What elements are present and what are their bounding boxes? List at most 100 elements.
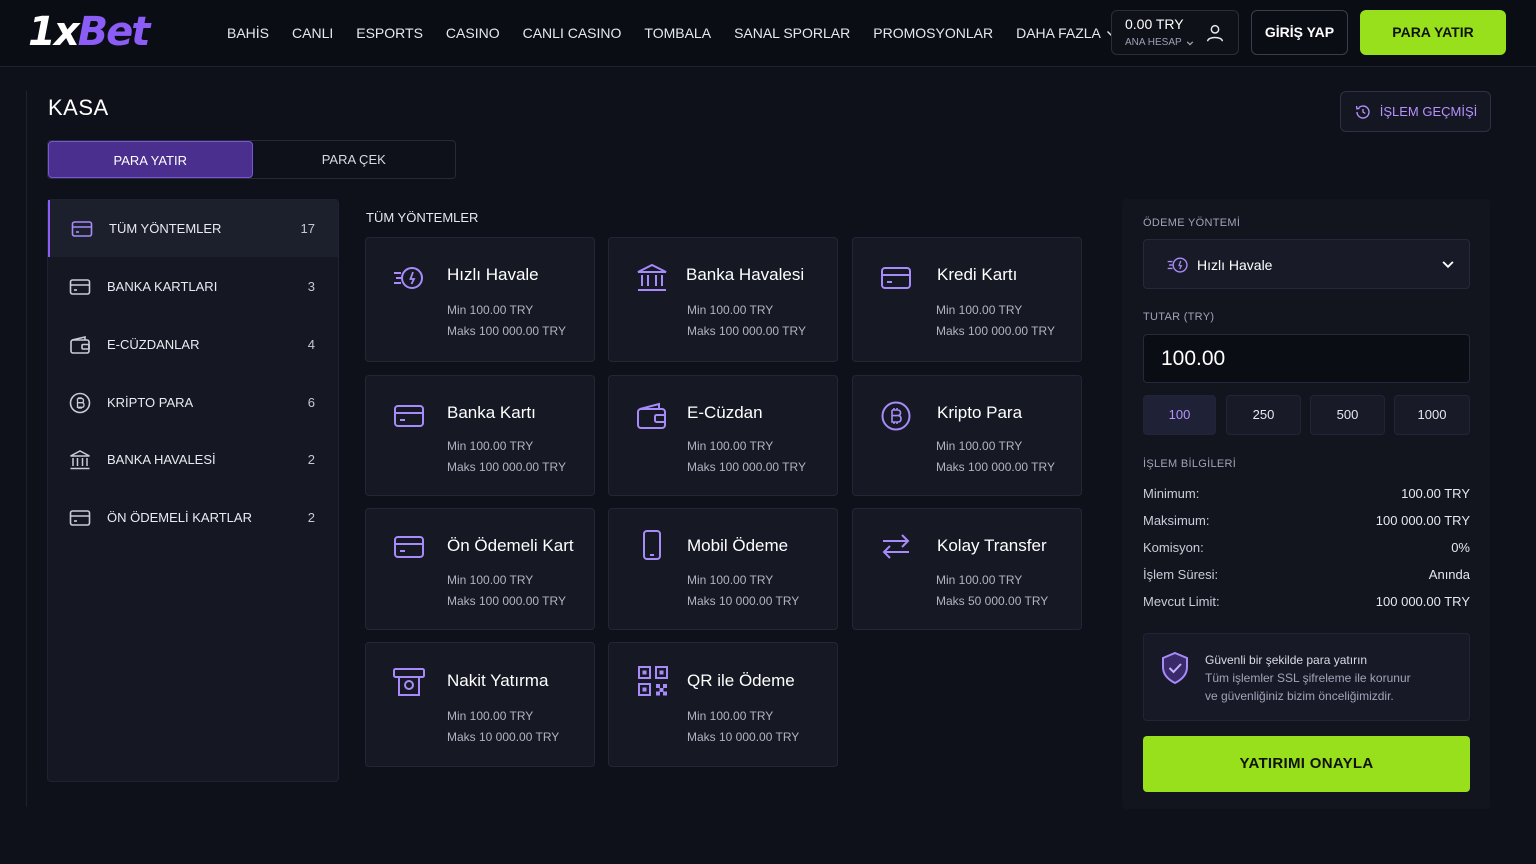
payment-method-value: Hızlı Havale — [1197, 257, 1273, 273]
method-min: Min 100.00 TRY — [687, 303, 774, 317]
left-divider — [26, 91, 27, 807]
main-nav: BAHİS CANLI ESPORTS CASINO CANLI CASINO … — [227, 22, 1139, 44]
nav-esports[interactable]: ESPORTS — [356, 22, 423, 44]
sidebar-item-crypto[interactable]: KRİPTO PARA 6 — [48, 374, 338, 431]
wallet-icon — [70, 335, 90, 354]
method-card-cash-deposit[interactable]: Nakit Yatırma Min 100.00 TRY Maks 10 000… — [365, 642, 595, 767]
method-min: Min 100.00 TRY — [936, 573, 1023, 587]
tab-withdraw[interactable]: PARA ÇEK — [253, 141, 456, 178]
info-value: Anında — [1428, 567, 1470, 582]
method-max: Maks 100 000.00 TRY — [687, 324, 806, 338]
phone-icon — [643, 530, 661, 560]
method-card-bank-transfer[interactable]: Banka Havalesi Min 100.00 TRY Maks 100 0… — [608, 237, 838, 362]
sidebar-item-count: 2 — [307, 452, 315, 467]
method-card-credit-card[interactable]: Kredi Kartı Min 100.00 TRY Maks 100 000.… — [852, 237, 1082, 362]
history-icon — [1355, 104, 1370, 119]
method-min: Min 100.00 TRY — [687, 573, 774, 587]
method-min: Min 100.00 TRY — [447, 573, 534, 587]
sidebar-item-label: BANKA HAVALESİ — [107, 452, 216, 467]
amount-chip-100[interactable]: 100 — [1143, 395, 1216, 435]
logo-text-bet: Bet — [77, 9, 151, 55]
method-name: Ön Ödemeli Kart — [447, 536, 574, 555]
nav-tombala[interactable]: TOMBALA — [644, 22, 711, 44]
sidebar-item-e-wallets[interactable]: E-CÜZDANLAR 4 — [48, 316, 338, 373]
method-card-debit-card[interactable]: Banka Kartı Min 100.00 TRY Maks 100 000.… — [365, 375, 595, 496]
sidebar-item-all-methods[interactable]: TÜM YÖNTEMLER 17 — [48, 200, 338, 257]
bitcoin-icon — [881, 401, 911, 431]
history-label: İŞLEM GEÇMİŞİ — [1379, 104, 1478, 119]
info-value: 100 000.00 TRY — [1375, 594, 1470, 609]
card-icon — [71, 221, 93, 237]
user-icon — [1206, 24, 1224, 42]
method-max: Maks 100 000.00 TRY — [447, 324, 566, 338]
card-icon — [881, 267, 911, 289]
method-card-fast-transfer[interactable]: Hızlı Havale Min 100.00 TRY Maks 100 000… — [365, 237, 595, 362]
nav-sanal-sporlar[interactable]: SANAL SPORLAR — [734, 22, 850, 44]
method-name: Kolay Transfer — [937, 536, 1047, 555]
amount-input[interactable] — [1143, 334, 1470, 383]
transaction-history-button[interactable]: İŞLEM GEÇMİŞİ — [1340, 91, 1491, 132]
method-card-crypto[interactable]: Kripto Para Min 100.00 TRY Maks 100 000.… — [852, 375, 1082, 496]
nav-casino[interactable]: CASINO — [446, 22, 500, 44]
bitcoin-icon — [69, 392, 91, 414]
amount-chip-500[interactable]: 500 — [1310, 395, 1385, 435]
sidebar-item-label: KRİPTO PARA — [107, 395, 194, 410]
method-max: Maks 100 000.00 TRY — [687, 460, 806, 474]
tab-deposit[interactable]: PARA YATIR — [48, 141, 253, 178]
method-name: Banka Havalesi — [686, 265, 805, 284]
nav-bahis[interactable]: BAHİS — [227, 22, 269, 44]
method-max: Maks 10 000.00 TRY — [687, 594, 800, 608]
brand-logo[interactable]: 1xBet — [28, 9, 151, 55]
amount-chip-1000[interactable]: 1000 — [1394, 395, 1470, 435]
security-line-2: ve güvenliğiniz bizim önceliğimizdir. — [1205, 689, 1394, 703]
method-card-prepaid-card[interactable]: Ön Ödemeli Kart Min 100.00 TRY Maks 100 … — [365, 508, 595, 630]
method-min: Min 100.00 TRY — [447, 709, 534, 723]
fast-transfer-icon — [1167, 257, 1188, 273]
balance-widget[interactable]: 0.00 TRY ANA HESAP — [1111, 10, 1239, 55]
info-key: İşlem Süresi: — [1143, 567, 1219, 582]
logo-text-1x: 1x — [28, 9, 80, 55]
method-card-mobile-payment[interactable]: Mobil Ödeme Min 100.00 TRY Maks 10 000.0… — [608, 508, 838, 630]
security-notice: Güvenli bir şekilde para yatırın Tüm işl… — [1143, 633, 1470, 721]
nav-daha-fazla[interactable]: DAHA FAZLA — [1016, 22, 1116, 44]
method-min: Min 100.00 TRY — [687, 439, 774, 453]
sidebar-item-count: 17 — [300, 221, 315, 236]
confirm-deposit-button[interactable]: YATIRIMI ONAYLA — [1143, 736, 1470, 792]
login-button[interactable]: GİRİŞ YAP — [1251, 10, 1348, 55]
sidebar-item-count: 6 — [307, 395, 315, 410]
sidebar-item-prepaid-cards[interactable]: ÖN ÖDEMELİ KARTLAR 2 — [48, 489, 338, 546]
card-icon — [394, 536, 424, 558]
chevron-down-icon — [1442, 261, 1454, 269]
bank-icon — [70, 450, 90, 470]
method-name: Banka Kartı — [447, 403, 536, 422]
method-card-qr-payment[interactable]: QR ile Ödeme Min 100.00 TRY Maks 10 000.… — [608, 642, 838, 767]
nav-daha-fazla-label: DAHA FAZLA — [1016, 25, 1101, 41]
payment-method-select[interactable]: Hızlı Havale — [1143, 239, 1470, 289]
method-max: Maks 100 000.00 TRY — [447, 594, 566, 608]
transaction-info-title: İŞLEM BİLGİLERİ — [1143, 458, 1237, 470]
method-max: Maks 50 000.00 TRY — [936, 594, 1049, 608]
sidebar-item-bank-transfer[interactable]: BANKA HAVALESİ 2 — [48, 431, 338, 488]
amount-chip-250[interactable]: 250 — [1226, 395, 1301, 435]
qr-icon — [638, 666, 668, 696]
method-name: Hızlı Havale — [447, 265, 539, 284]
page-title: KASA — [48, 95, 109, 120]
nav-canli-casino[interactable]: CANLI CASINO — [523, 22, 622, 44]
method-max: Maks 10 000.00 TRY — [687, 730, 800, 744]
chevron-down-icon — [1186, 41, 1193, 46]
nav-canli[interactable]: CANLI — [292, 22, 333, 44]
method-max: Maks 100 000.00 TRY — [936, 324, 1055, 338]
method-name: Kredi Kartı — [937, 265, 1018, 284]
sidebar-item-count: 2 — [307, 510, 315, 525]
method-card-e-wallet[interactable]: E-Cüzdan Min 100.00 TRY Maks 100 000.00 … — [608, 375, 838, 496]
header-deposit-button[interactable]: PARA YATIR — [1360, 10, 1506, 55]
info-key: Mevcut Limit: — [1143, 594, 1220, 609]
sidebar-item-bank-cards[interactable]: BANKA KARTLARI 3 — [48, 258, 338, 315]
balance-account-label: ANA HESAP — [1125, 37, 1182, 48]
method-card-easy-transfer[interactable]: Kolay Transfer Min 100.00 TRY Maks 50 00… — [852, 508, 1082, 630]
method-name: Mobil Ödeme — [687, 536, 789, 555]
method-min: Min 100.00 TRY — [936, 439, 1023, 453]
cash-icon — [393, 668, 425, 696]
nav-promosyonlar[interactable]: PROMOSYONLAR — [873, 22, 993, 44]
cashier-tabs: PARA YATIR PARA ÇEK — [47, 140, 456, 179]
